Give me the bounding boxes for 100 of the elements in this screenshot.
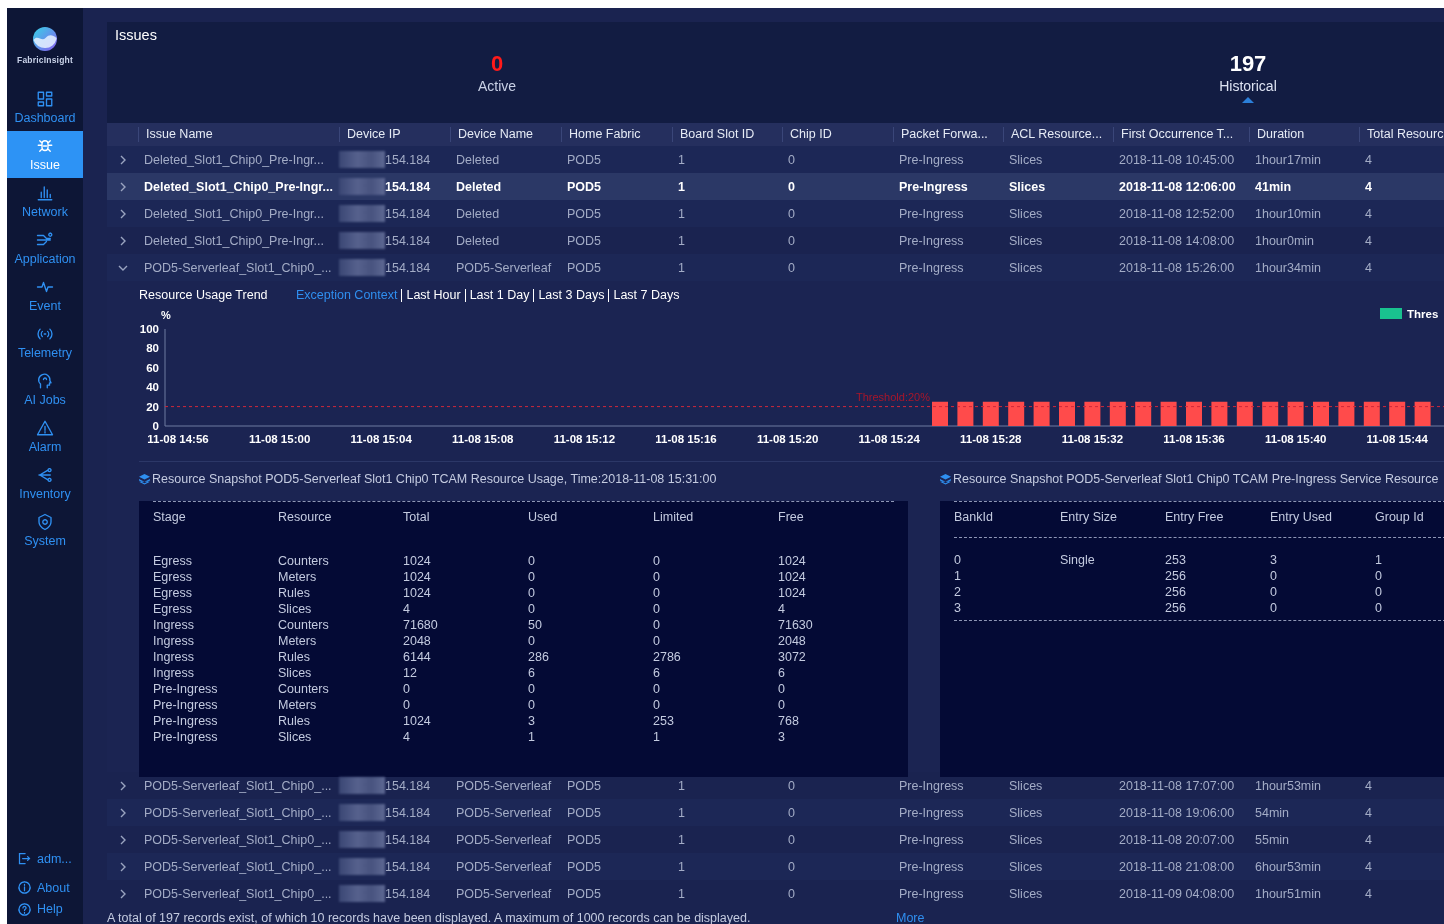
table-cell-text: POD5-Serverleaf xyxy=(455,886,553,901)
table-row[interactable]: Deleted_Slot1_Chip0_Pre-Ingr... 154.184 Deleted POD5 1 0 Pre-Ingress Slices 2018-11-08 10:45:00 1hour17min 4 xyxy=(107,146,1444,173)
range-link[interactable]: Last 1 Day xyxy=(464,288,534,302)
usage-bar xyxy=(1160,401,1177,426)
stat-value[interactable]: 0 xyxy=(490,52,504,76)
usage-bar xyxy=(1363,401,1380,426)
threshold-label: Threshold:20% xyxy=(856,390,930,403)
snapshot-title: Resource Snapshot POD5-Serverleaf Slot1 Chip0 TCAM Pre-Ingress Service Resource xyxy=(953,472,1439,486)
column-header[interactable]: Board Slot ID xyxy=(672,127,782,142)
table-cell-text: Slices xyxy=(1008,859,1044,874)
table-cell-text: 4 xyxy=(1364,805,1373,820)
tick-label: 11-08 15:16 xyxy=(655,433,717,445)
column-header[interactable]: Chip ID xyxy=(782,127,893,142)
column-header[interactable]: ACL Resource... xyxy=(1003,127,1113,142)
usage-bar xyxy=(1211,401,1228,426)
table-cell-text: Slices xyxy=(1008,805,1044,820)
nav-item[interactable]: Network xyxy=(7,178,83,225)
table-row[interactable]: POD5-Serverleaf_Slot1_Chip0_... 154.184 POD5-Serverleaf POD5 1 0 Pre-Ingress Slices 2018-11-08 19:06:00 54min 4 xyxy=(107,799,1444,826)
column-header[interactable]: Issue Name xyxy=(138,127,339,142)
nav-item[interactable]: Event xyxy=(7,272,83,319)
nav-item[interactable]: Application xyxy=(7,225,83,272)
table-cell-text: 2018-11-08 12:06:00 xyxy=(1118,179,1237,194)
table-cell: 154.184 xyxy=(385,260,431,275)
more-link[interactable]: More xyxy=(896,911,925,924)
stat-value[interactable]: 197 xyxy=(1229,52,1267,76)
table-cell-text: Rules xyxy=(278,649,311,665)
redaction-mark xyxy=(339,151,385,168)
table-cell-text: Deleted_Slot1_Chip0_Pre-Ingr... xyxy=(143,152,325,167)
table-cell-text: Egress xyxy=(153,601,193,617)
nav-item[interactable]: Inventory xyxy=(7,460,83,507)
tick-label: 11-08 15:12 xyxy=(553,433,616,445)
table-row[interactable]: Deleted_Slot1_Chip0_Pre-Ingr... 154.184 Deleted POD5 1 0 Pre-Ingress Slices 2018-11-08 12:06:00 41min 4 xyxy=(107,173,1444,200)
nav-item[interactable]: System xyxy=(7,507,83,554)
column-header: Entry Free xyxy=(1165,510,1225,524)
table-cell-text: 50 xyxy=(528,617,543,633)
tick-label: 0 xyxy=(152,420,159,432)
nav-item[interactable]: AI Jobs xyxy=(7,366,83,413)
table-row[interactable]: Deleted_Slot1_Chip0_Pre-Ingr... 154.184 Deleted POD5 1 0 Pre-Ingress Slices 2018-11-08 12:52:00 1hour10min 4 xyxy=(107,200,1444,227)
column-header[interactable]: First Occurrence T... xyxy=(1113,127,1249,142)
stat-label[interactable]: Active xyxy=(477,76,517,96)
usage-bar xyxy=(1059,401,1075,426)
column-header[interactable]: Duration xyxy=(1249,127,1359,142)
nav-item[interactable]: adm... xyxy=(7,844,83,873)
layers-icon xyxy=(139,473,150,485)
range-link[interactable]: Last Hour xyxy=(401,288,465,302)
range-link[interactable]: Exception Context xyxy=(296,288,402,302)
table-cell-text: 0 xyxy=(653,585,661,601)
nav-item[interactable]: Telemetry xyxy=(7,319,83,366)
nav-item[interactable]: About xyxy=(7,873,83,902)
table-cell: 154.184 xyxy=(385,179,431,194)
table-cell-text: 0 xyxy=(787,805,796,820)
table-cell-text: 0 xyxy=(787,859,796,874)
range-link[interactable]: Last 3 Days xyxy=(533,288,609,302)
table-row[interactable]: POD5-Serverleaf_Slot1_Chip0_... 154.184 POD5-Serverleaf POD5 1 0 Pre-Ingress Slices 2018-11-08 21:08:00 6hour53min 4 xyxy=(107,853,1444,880)
table-cell-text: POD5 xyxy=(566,778,603,793)
table-cell-text: 0 xyxy=(528,553,536,569)
table-cell-text: 1 xyxy=(677,832,686,847)
table-cell-text: POD5 xyxy=(566,152,603,167)
table-cell-text: 6 xyxy=(528,665,536,681)
panel-title: Issues xyxy=(115,27,157,43)
nav-item[interactable]: Alarm xyxy=(7,413,83,460)
table-cell-text: POD5 xyxy=(566,260,603,275)
range-link[interactable]: Last 7 Days xyxy=(608,288,684,302)
table-cell-text: 1 xyxy=(677,179,686,194)
table-cell-text: Deleted xyxy=(455,179,503,194)
column-header[interactable]: Device IP xyxy=(339,127,450,142)
table-cell-text: Pre-Ingress xyxy=(153,713,219,729)
column-header[interactable]: Total Resourc xyxy=(1359,127,1444,142)
table-cell-text: Pre-Ingress xyxy=(153,729,219,745)
redaction-mark xyxy=(339,777,385,794)
table-cell-text: POD5 xyxy=(566,206,603,221)
redaction-mark xyxy=(339,259,385,276)
nav-item[interactable]: Help xyxy=(7,902,83,924)
column-header: Limited xyxy=(653,510,695,524)
table-cell-text: 2018-11-08 17:07:00 xyxy=(1118,778,1236,793)
table-cell-text: 1024 xyxy=(403,585,432,601)
column-header[interactable]: Device Name xyxy=(450,127,561,142)
table-cell-text: 768 xyxy=(778,713,800,729)
stat-label[interactable]: Historical xyxy=(1219,76,1277,96)
column-header[interactable]: Home Fabric xyxy=(561,127,672,142)
bug-icon xyxy=(36,137,54,155)
column-header[interactable]: Packet Forwa... xyxy=(893,127,1003,142)
redaction-mark xyxy=(339,232,385,249)
shield-icon xyxy=(36,513,54,531)
tick-label: 11-08 15:44 xyxy=(1366,433,1428,445)
table-cell-text: Slices xyxy=(278,665,313,681)
records-note: A total of 197 records exist, of which 10 records have been displayed. A maximum of 1000 records can be displayed. xyxy=(107,911,752,924)
table-cell-text: 1hour0min xyxy=(1254,233,1316,248)
nav-item[interactable]: Dashboard xyxy=(7,84,83,131)
table-cell-text: 0 xyxy=(403,681,411,697)
table-cell-text: 1 xyxy=(653,729,661,745)
table-cell-text: Meters xyxy=(278,569,318,585)
table-cell-text: 0 xyxy=(954,552,962,568)
usage-bar xyxy=(1186,401,1202,426)
table-cell-text: 1024 xyxy=(403,553,432,569)
table-cell-text: Slices xyxy=(1008,832,1044,847)
redaction-mark xyxy=(339,831,385,848)
table-row[interactable]: POD5-Serverleaf_Slot1_Chip0_... 154.184 POD5-Serverleaf POD5 1 0 Pre-Ingress Slices 2018-11-08 15:26:00 1hour34min 4 xyxy=(107,254,1444,281)
usage-bar xyxy=(1084,401,1101,426)
tick-label: 20 xyxy=(146,400,159,413)
